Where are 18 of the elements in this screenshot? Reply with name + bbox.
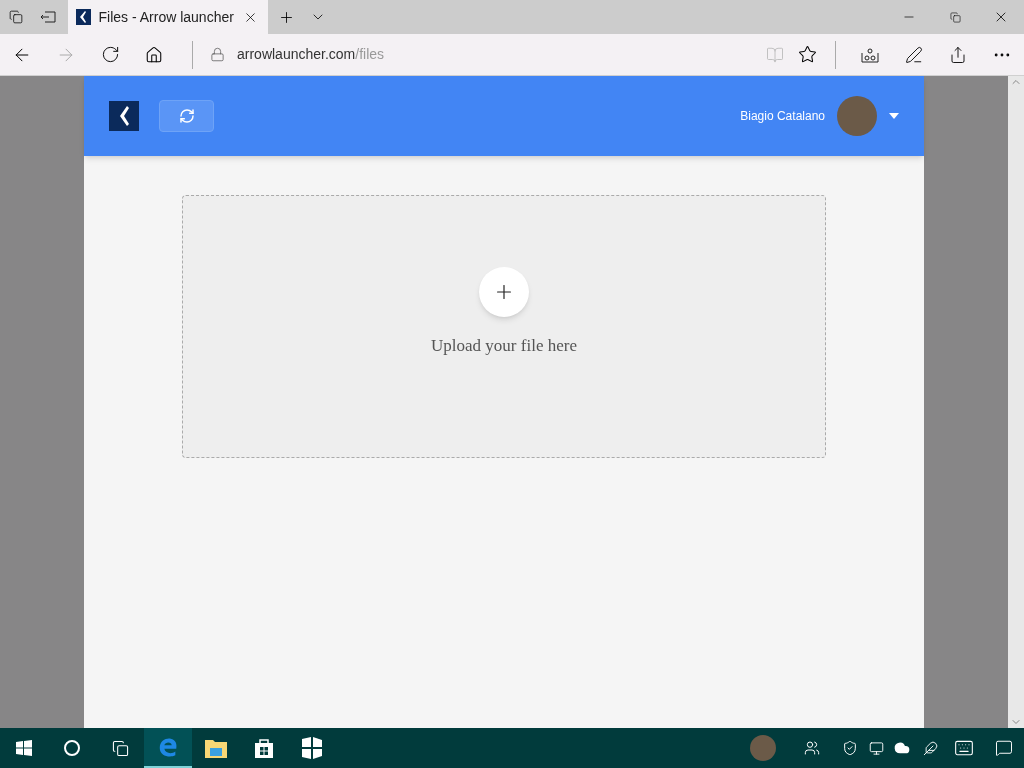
user-name: Biagio Catalano [740, 108, 825, 125]
add-button[interactable] [479, 267, 529, 317]
avatar[interactable] [750, 735, 776, 761]
shopping-bag-icon [254, 737, 274, 759]
chevron-left-icon [118, 106, 130, 126]
browser-tab[interactable]: Files - Arrow launcher [68, 0, 268, 34]
chevron-left-icon [79, 11, 88, 23]
sync-button[interactable] [159, 100, 214, 132]
tab-title: Files - Arrow launcher [98, 7, 234, 27]
refresh-icon [178, 108, 195, 124]
avatar[interactable] [837, 96, 877, 136]
folder-icon [205, 738, 227, 758]
upload-label: Upload your file here [431, 335, 577, 357]
e-logo-icon [157, 736, 179, 758]
upload-dropzone[interactable]: Upload your file here [182, 195, 826, 458]
tiles-icon [301, 737, 323, 759]
taskbar-app[interactable] [144, 728, 192, 768]
dropdown-caret-icon[interactable] [889, 113, 899, 119]
